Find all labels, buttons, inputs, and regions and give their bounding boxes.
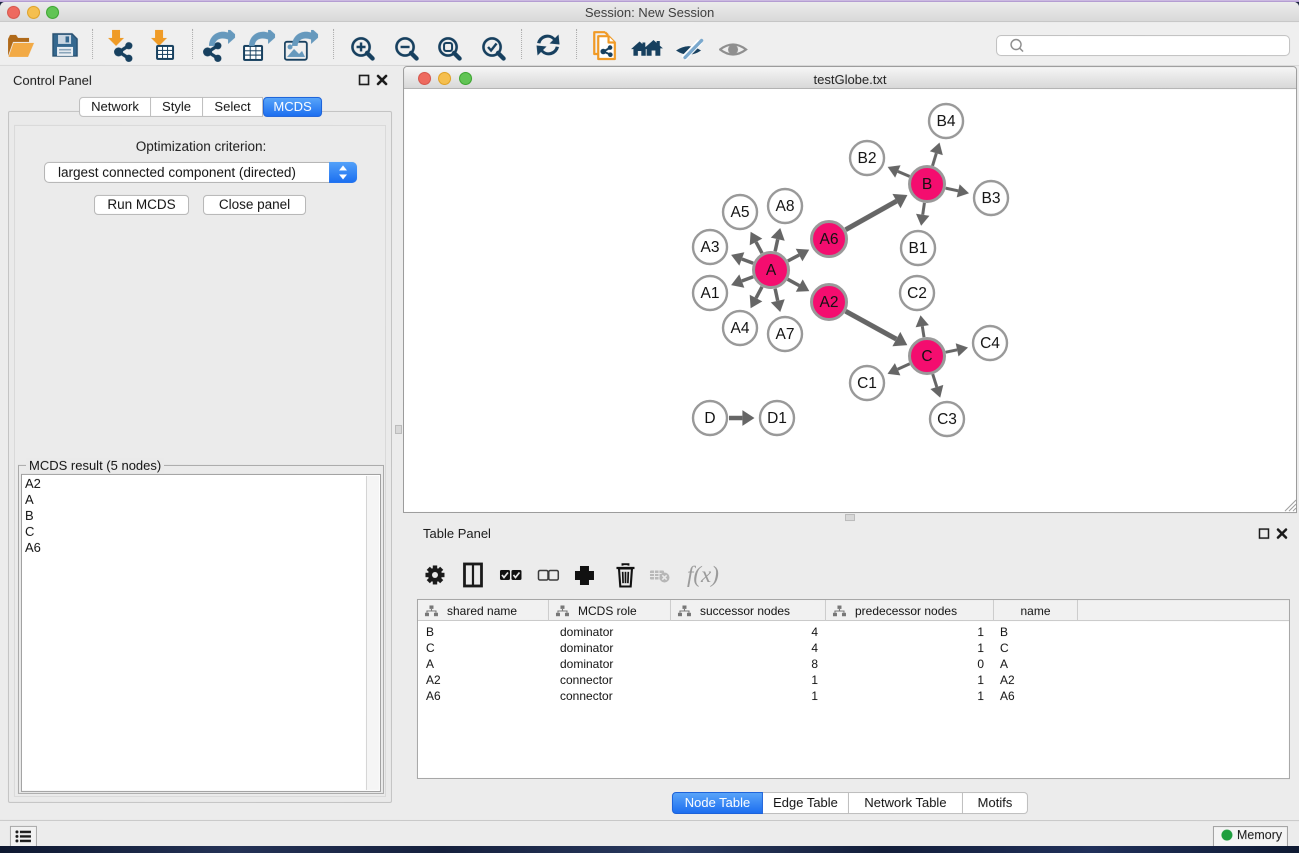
svg-text:A3: A3 (701, 239, 720, 256)
svg-text:D1: D1 (767, 410, 787, 427)
svg-text:A7: A7 (776, 326, 795, 343)
svg-text:A6: A6 (820, 231, 839, 248)
svg-text:B1: B1 (909, 240, 928, 257)
svg-text:C: C (921, 348, 932, 365)
svg-text:A: A (766, 262, 777, 279)
svg-text:A5: A5 (731, 204, 750, 221)
svg-text:C2: C2 (907, 285, 927, 302)
svg-text:A2: A2 (820, 294, 839, 311)
svg-text:D: D (704, 410, 715, 427)
svg-text:B4: B4 (937, 113, 956, 130)
svg-text:B2: B2 (858, 150, 877, 167)
svg-text:Memory: Memory (1237, 828, 1283, 842)
svg-text:C3: C3 (937, 411, 957, 428)
svg-text:C1: C1 (857, 375, 877, 392)
svg-text:C4: C4 (980, 335, 1000, 352)
svg-text:B3: B3 (982, 190, 1001, 207)
svg-text:B: B (922, 176, 932, 193)
svg-text:A1: A1 (701, 285, 720, 302)
svg-text:A4: A4 (731, 320, 750, 337)
svg-text:A8: A8 (776, 198, 795, 215)
